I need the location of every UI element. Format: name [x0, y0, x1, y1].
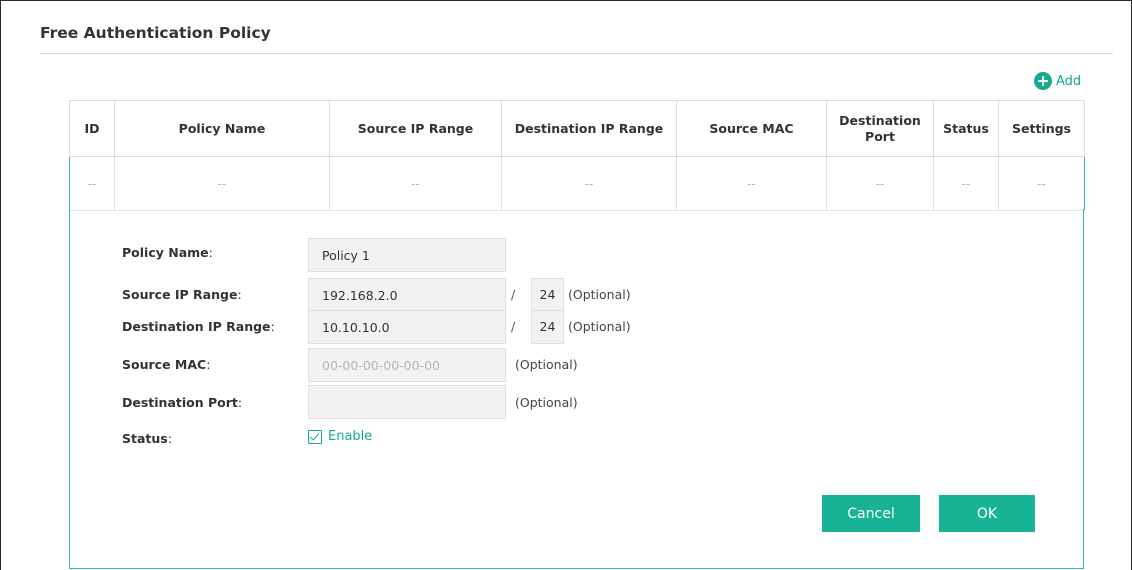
checkbox-checked-icon [308, 429, 322, 444]
table-row: -- -- -- -- -- -- -- -- [69, 156, 1085, 211]
table-cell: -- [933, 156, 999, 211]
destination-ip-range-label: Destination IP Range: [122, 319, 275, 334]
destination-port-optional-note: (Optional) [515, 395, 578, 410]
table-cell: -- [329, 156, 502, 211]
destination-ip-slash: / [511, 319, 516, 334]
add-policy-button[interactable]: Add [1034, 72, 1081, 90]
column-header-policy-name: Policy Name [114, 100, 330, 157]
source-ip-range-label: Source IP Range: [122, 287, 242, 302]
column-header-settings: Settings [998, 100, 1085, 157]
destination-ip-mask-input[interactable]: 24 [531, 310, 564, 344]
destination-ip-optional-note: (Optional) [568, 319, 631, 334]
page-frame: Free Authentication Policy Add ID Policy… [0, 0, 1132, 570]
destination-port-input[interactable] [308, 385, 506, 419]
source-ip-mask-input[interactable]: 24 [531, 278, 564, 312]
source-ip-optional-note: (Optional) [568, 287, 631, 302]
source-mac-label: Source MAC: [122, 357, 211, 372]
add-label: Add [1056, 73, 1082, 89]
column-header-id: ID [69, 100, 115, 157]
source-mac-optional-note: (Optional) [515, 357, 578, 372]
column-header-destination-port: Destination Port [826, 100, 934, 157]
column-header-status: Status [933, 100, 999, 157]
column-header-source-mac: Source MAC [676, 100, 827, 157]
plus-circle-icon [1034, 72, 1052, 90]
ok-button[interactable]: OK [939, 495, 1035, 532]
source-ip-slash: / [511, 287, 516, 302]
table-cell: -- [114, 156, 330, 211]
source-ip-input[interactable] [308, 278, 506, 312]
table-cell: -- [501, 156, 677, 211]
policy-name-label: Policy Name: [122, 245, 213, 260]
table-cell: -- [676, 156, 827, 211]
column-header-source-ip-range: Source IP Range [329, 100, 502, 157]
cancel-button[interactable]: Cancel [822, 495, 920, 532]
column-header-destination-ip-range: Destination IP Range [501, 100, 677, 157]
enable-label: Enable [328, 429, 373, 444]
destination-port-label: Destination Port: [122, 395, 243, 410]
policy-edit-panel: Policy Name: Source IP Range: / 24 (Opti… [69, 209, 1084, 569]
title-divider [40, 53, 1113, 54]
policy-name-input[interactable] [308, 238, 506, 272]
table-cell: -- [998, 156, 1085, 211]
table-cell: -- [69, 156, 115, 211]
table-header-row: ID Policy Name Source IP Range Destinati… [69, 100, 1085, 157]
section-title: Free Authentication Policy [40, 24, 271, 42]
status-enable-checkbox[interactable]: Enable [308, 429, 372, 444]
table-cell: -- [826, 156, 934, 211]
destination-ip-input[interactable] [308, 310, 506, 344]
status-label: Status: [122, 431, 172, 446]
source-mac-input[interactable] [308, 348, 506, 382]
policy-table: ID Policy Name Source IP Range Destinati… [69, 100, 1085, 211]
